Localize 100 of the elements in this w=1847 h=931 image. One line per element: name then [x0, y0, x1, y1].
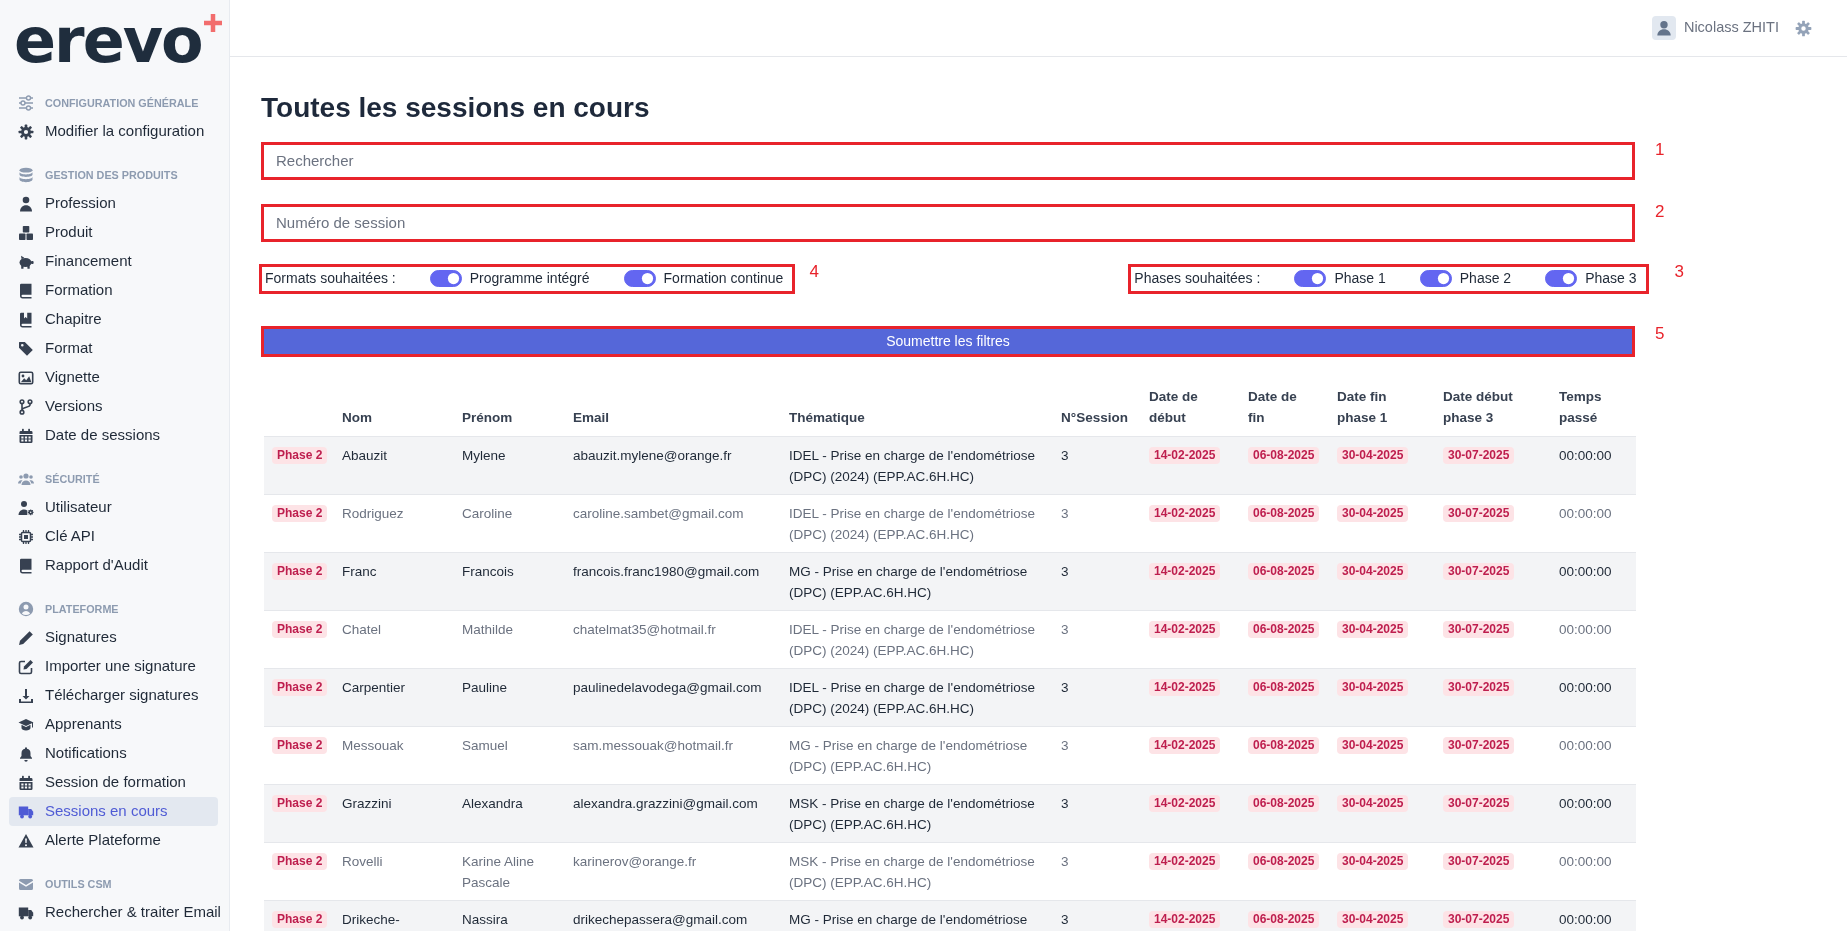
sidebar-item[interactable]: Alerte Plateforme	[9, 826, 218, 855]
table-cell: 3	[1053, 494, 1141, 553]
sidebar-item[interactable]: Session de formation	[9, 768, 218, 797]
sidebar-item[interactable]: Chapitre	[9, 305, 218, 334]
toggle-switch[interactable]	[1545, 270, 1578, 288]
date-badge: 30-04-2025	[1337, 504, 1409, 522]
chip-icon	[18, 528, 34, 545]
annotation-number: 4	[809, 261, 819, 282]
settings-icon[interactable]	[1795, 19, 1812, 37]
date-badge: 30-07-2025	[1443, 736, 1515, 754]
toggle-switch[interactable]	[1294, 270, 1327, 288]
sidebar-item[interactable]: Versions	[9, 392, 218, 421]
date-badge: 30-04-2025	[1337, 736, 1409, 754]
sidebar-item[interactable]: Apprenants	[9, 710, 218, 739]
table-cell: 00:00:00	[1551, 668, 1636, 727]
phase-badge: Phase 2	[272, 736, 328, 754]
table-cell: 3	[1053, 784, 1141, 843]
table-cell: MG - Prise en charge de l'endométriose	[781, 900, 1053, 931]
date-badge: 14-02-2025	[1149, 910, 1221, 928]
table-cell: Messouak	[334, 726, 454, 785]
date-badge: 30-07-2025	[1443, 446, 1515, 464]
option-label[interactable]: Phase 1	[1334, 268, 1386, 290]
table-cell: abauzit.mylene@orange.fr	[565, 436, 781, 495]
section-title: SÉCURITÉ	[45, 471, 100, 487]
option-label[interactable]: Phase 3	[1585, 268, 1637, 290]
table-cell: Francois	[454, 552, 565, 611]
toggle-switch[interactable]	[429, 270, 462, 288]
phase-badge: Phase 2	[272, 852, 328, 870]
table-cell: Caroline	[454, 494, 565, 553]
filter-label: Formats souhaitées :	[265, 269, 396, 289]
column-header: Temps passé	[1551, 383, 1636, 437]
sidebar-item[interactable]: Format	[9, 334, 218, 363]
date-badge: 14-02-2025	[1149, 562, 1221, 580]
section-title: OUTILS CSM	[45, 876, 112, 892]
column-header: Thématique	[781, 383, 1053, 437]
date-badge: 30-07-2025	[1443, 620, 1515, 638]
sidebar-item[interactable]: Notifications	[9, 739, 218, 768]
table-cell: 00:00:00	[1551, 784, 1636, 843]
sidebar-item[interactable]: Clé API	[9, 522, 218, 551]
date-badge: 06-08-2025	[1248, 620, 1320, 638]
toggle-switch[interactable]	[623, 270, 656, 288]
date-badge: 30-07-2025	[1443, 794, 1515, 812]
phase-badge: Phase 2	[272, 910, 328, 928]
table-cell: 00:00:00	[1551, 842, 1636, 901]
table-cell: 00:00:00	[1551, 494, 1636, 553]
sidebar-item[interactable]: Produit	[9, 218, 218, 247]
person-icon	[18, 195, 34, 212]
phase-badge: Phase 2	[272, 446, 328, 464]
gear-icon	[18, 123, 34, 140]
column-header: Prénom	[454, 383, 565, 437]
phase-badge: Phase 2	[272, 620, 328, 638]
section-title: GESTION DES PRODUITS	[45, 167, 178, 183]
warning-icon	[18, 832, 34, 849]
table-cell: sam.messouak@hotmail.fr	[565, 726, 781, 785]
sidebar-item[interactable]: Utilisateur	[9, 493, 218, 522]
column-header: Date début phase 3	[1435, 383, 1551, 437]
table-cell: 00:00:00	[1551, 552, 1636, 611]
table-cell: Pauline	[454, 668, 565, 727]
option-label[interactable]: Formation continue	[663, 268, 784, 290]
user-name[interactable]: Nicolass ZHITI	[1683, 17, 1779, 39]
option-label[interactable]: Programme intégré	[469, 268, 590, 290]
table-cell: Abauzit	[334, 436, 454, 495]
graduation-cap-icon	[18, 716, 34, 733]
sidebar-item[interactable]: Financement	[9, 247, 218, 276]
column-header: Date fin phase 1	[1329, 383, 1435, 437]
sidebar-item[interactable]: Profession	[9, 189, 218, 218]
toggle-switch[interactable]	[1419, 270, 1452, 288]
date-badge: 14-02-2025	[1149, 504, 1221, 522]
table-cell: Nassira	[454, 900, 565, 931]
page-title: Toutes les sessions en cours	[261, 91, 651, 125]
option-label[interactable]: Phase 2	[1459, 268, 1512, 290]
bell-icon	[18, 745, 34, 762]
date-badge: 14-02-2025	[1149, 794, 1221, 812]
sidebar-item[interactable]: Formation	[9, 276, 218, 305]
column-header: Nom	[334, 383, 454, 437]
boxes-icon	[18, 224, 34, 241]
sidebar-item[interactable]: Importer une signature	[9, 652, 218, 681]
sidebar-item[interactable]: Signatures	[9, 623, 218, 652]
sidebar-item[interactable]: Rechercher & traiter Email	[9, 898, 218, 927]
sidebar-item[interactable]: Modifier la configuration	[9, 117, 218, 146]
calendar-icon	[18, 774, 34, 791]
table-cell: 00:00:00	[1551, 900, 1636, 931]
sidebar-item[interactable]: Télécharger signatures	[9, 681, 218, 710]
table-cell: Mylene	[454, 436, 565, 495]
sidebar-item[interactable]: Vignette	[9, 363, 218, 392]
sidebar-item[interactable]: Date de sessions	[9, 421, 218, 450]
database-icon	[18, 167, 34, 183]
avatar-icon[interactable]	[1651, 16, 1676, 40]
table-cell: Karine Aline Pascale	[454, 842, 565, 901]
branch-icon	[18, 398, 34, 415]
users-icon	[18, 471, 34, 487]
sidebar-item[interactable]: Sessions en cours	[9, 797, 218, 826]
table-cell: 3	[1053, 900, 1141, 931]
sidebar-item[interactable]: Rapport d'Audit	[9, 551, 218, 580]
edit-icon	[18, 658, 34, 675]
column-header: N°Session	[1053, 383, 1141, 437]
table-cell: Carpentier	[334, 668, 454, 727]
table-cell: 3	[1053, 436, 1141, 495]
column-header: Email	[565, 383, 781, 437]
submit-button[interactable]: Soumettre les filtres	[264, 328, 1632, 354]
